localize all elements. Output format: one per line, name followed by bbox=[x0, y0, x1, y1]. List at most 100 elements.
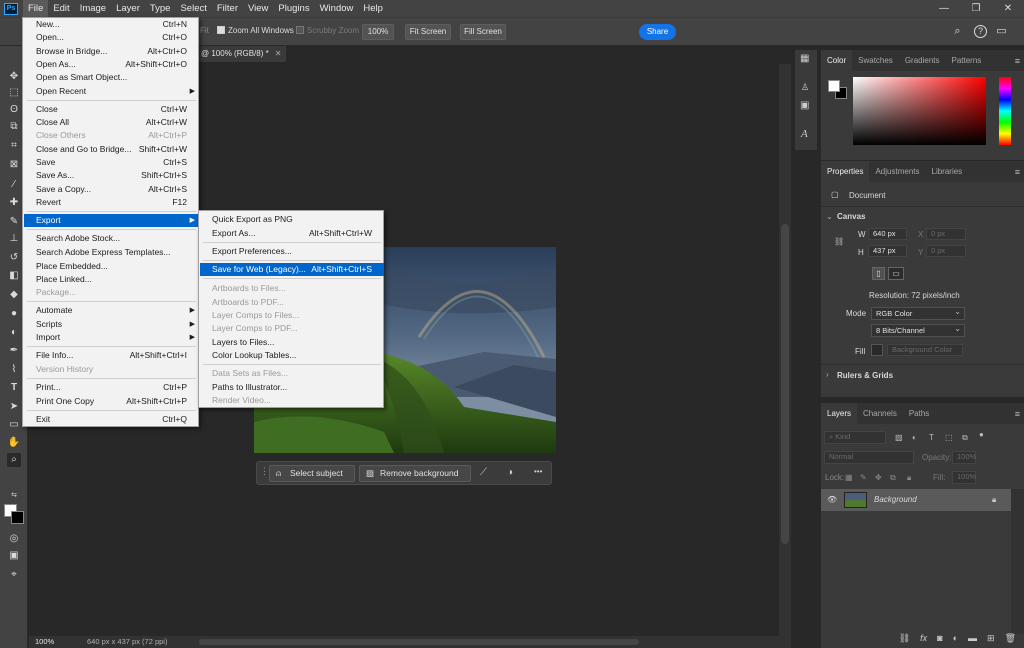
blend-mode-select[interactable]: Normal bbox=[824, 451, 914, 464]
layer-name[interactable]: Background bbox=[874, 495, 917, 504]
foreground-swatch[interactable] bbox=[828, 80, 840, 92]
menu-image[interactable]: Image bbox=[75, 0, 111, 17]
fill-screen-button[interactable]: Fill Screen bbox=[460, 24, 506, 40]
menu-view[interactable]: View bbox=[243, 0, 273, 17]
width-field[interactable]: 640 px bbox=[868, 228, 907, 240]
transform-icon[interactable]: ⟋ bbox=[480, 467, 487, 478]
menu-item-new[interactable]: New... Ctrl+N bbox=[24, 18, 199, 31]
menu-item-search-express[interactable]: Search Adobe Express Templates... bbox=[24, 246, 199, 259]
remove-background-button[interactable]: ▨ Remove background bbox=[359, 465, 471, 482]
lock-pixels-icon[interactable]: ✎ bbox=[860, 473, 867, 482]
comments-icon[interactable]: ▣ bbox=[800, 100, 809, 111]
menu-item-import[interactable]: Import ▶ bbox=[24, 331, 199, 344]
filter-pixel-icon[interactable]: ▨ bbox=[895, 433, 903, 442]
share-for-review-icon[interactable]: ⌖ bbox=[7, 568, 21, 582]
swap-colors-icon[interactable]: ⇆ bbox=[7, 489, 21, 503]
lock-artboard-icon[interactable]: ⧉ bbox=[890, 473, 896, 483]
fx-icon[interactable]: fx bbox=[920, 628, 927, 648]
menu-item-open[interactable]: Open... Ctrl+O bbox=[24, 31, 199, 44]
zoom-all-windows-checkbox[interactable]: Zoom All Windows bbox=[217, 26, 294, 35]
tab-channels[interactable]: Channels bbox=[857, 403, 903, 424]
portrait-orientation-icon[interactable]: ▯ bbox=[872, 267, 885, 280]
status-doc-info[interactable]: 640 px x 437 px (72 ppi) bbox=[87, 636, 167, 648]
menu-item-open-as[interactable]: Open As... Alt+Shift+Ctrl+O bbox=[24, 58, 199, 71]
clone-stamp-icon[interactable]: ⊥ bbox=[7, 232, 21, 246]
new-layer-icon[interactable]: ⊞ bbox=[987, 628, 995, 648]
path-select-icon[interactable]: ➤ bbox=[7, 400, 21, 414]
share-button[interactable]: Share bbox=[639, 24, 676, 40]
blur-tool-icon[interactable]: ● bbox=[7, 307, 21, 321]
visibility-eye-icon[interactable]: 👁︎ bbox=[827, 495, 837, 504]
tab-patterns[interactable]: Patterns bbox=[946, 50, 988, 71]
document-tab[interactable]: @ 100% (RGB/8) * ✕ bbox=[196, 46, 286, 62]
zoom-percent-button[interactable]: 100% bbox=[362, 24, 394, 40]
hand-tool-icon[interactable]: ✋ bbox=[7, 436, 21, 450]
status-zoom[interactable]: 100% bbox=[35, 636, 54, 648]
scrubby-zoom-checkbox[interactable]: Scrubby Zoom bbox=[296, 26, 359, 35]
link-layers-icon[interactable]: ⛓ bbox=[899, 628, 910, 648]
x-field[interactable]: 0 px bbox=[926, 228, 966, 240]
tab-properties[interactable]: Properties bbox=[821, 161, 870, 182]
frame-tool-icon[interactable]: ⊠ bbox=[7, 158, 21, 172]
menu-plugins[interactable]: Plugins bbox=[273, 0, 314, 17]
tab-swatches[interactable]: Swatches bbox=[852, 50, 899, 71]
search-icon[interactable]: ⌕ bbox=[951, 25, 964, 38]
filter-adjustment-icon[interactable]: ◐ bbox=[912, 433, 917, 442]
menu-select[interactable]: Select bbox=[175, 0, 211, 17]
menu-item-file-info[interactable]: File Info... Alt+Shift+Ctrl+I bbox=[24, 349, 199, 362]
menu-item-close-all[interactable]: Close All Alt+Ctrl+W bbox=[24, 116, 199, 129]
mode-select[interactable]: RGB Color bbox=[871, 306, 965, 320]
saturation-brightness-field[interactable] bbox=[853, 77, 986, 145]
vertical-scroll-thumb[interactable] bbox=[781, 224, 789, 544]
close-icon[interactable]: ✕ bbox=[992, 0, 1024, 17]
rulers-grids-section-title[interactable]: Rulers & Grids bbox=[837, 371, 893, 380]
object-select-tool-icon[interactable]: ⧉ bbox=[7, 120, 21, 134]
background-color-swatch[interactable] bbox=[11, 511, 24, 524]
close-tab-icon[interactable]: ✕ bbox=[275, 49, 282, 58]
menu-item-save-copy[interactable]: Save a Copy... Alt+Ctrl+S bbox=[24, 183, 199, 196]
fit-screen-button[interactable]: Fit Screen bbox=[405, 24, 451, 40]
chevron-down-icon[interactable]: ⌄ bbox=[826, 212, 833, 221]
filter-type-icon[interactable]: T bbox=[929, 433, 934, 442]
menu-item-search-stock[interactable]: Search Adobe Stock... bbox=[24, 232, 199, 245]
menu-item-paths-illustrator[interactable]: Paths to Illustrator... bbox=[200, 381, 384, 394]
restore-icon[interactable]: ❐ bbox=[960, 0, 992, 17]
menu-item-scripts[interactable]: Scripts ▶ bbox=[24, 318, 199, 331]
glyphs-icon[interactable]: A bbox=[801, 128, 808, 140]
menu-item-print[interactable]: Print... Ctrl+P bbox=[24, 381, 199, 394]
vertical-scrollbar[interactable] bbox=[779, 64, 791, 636]
adjustment-icon[interactable]: ◑ bbox=[507, 467, 513, 478]
quick-mask-icon[interactable]: ◎ bbox=[7, 532, 21, 546]
adjustment-layer-icon[interactable]: ◐ bbox=[953, 628, 958, 648]
horizontal-scroll-thumb[interactable] bbox=[199, 639, 639, 645]
menu-item-revert[interactable]: Revert F12 bbox=[24, 196, 199, 209]
tab-paths[interactable]: Paths bbox=[903, 403, 935, 424]
menu-item-quick-export-png[interactable]: Quick Export as PNG bbox=[200, 213, 384, 226]
drag-handle-icon[interactable]: ⋮ bbox=[260, 466, 269, 477]
filter-toggle-icon[interactable]: ● bbox=[979, 430, 984, 439]
history-brush-icon[interactable]: ↺ bbox=[7, 251, 21, 265]
panel-menu-icon[interactable]: ≡ bbox=[1015, 167, 1020, 177]
eraser-tool-icon[interactable]: ◧ bbox=[7, 269, 21, 283]
delete-layer-icon[interactable]: 🗑︎ bbox=[1005, 628, 1016, 648]
tab-adjustments[interactable]: Adjustments bbox=[869, 161, 925, 182]
dodge-tool-icon[interactable]: ◐ bbox=[7, 326, 21, 340]
marquee-tool-icon[interactable]: ⬚ bbox=[7, 86, 21, 100]
fill-color-swatch[interactable] bbox=[871, 344, 883, 356]
move-tool-icon[interactable]: ✥ bbox=[7, 70, 21, 84]
height-field[interactable]: 437 px bbox=[868, 245, 907, 257]
canvas-section-title[interactable]: Canvas bbox=[837, 212, 865, 221]
y-field[interactable]: 0 px bbox=[926, 245, 966, 257]
layer-fill-field[interactable]: 100% bbox=[952, 471, 976, 484]
menu-filter[interactable]: Filter bbox=[212, 0, 243, 17]
history-icon[interactable]: ▦ bbox=[800, 53, 809, 64]
tab-libraries[interactable]: Libraries bbox=[926, 161, 969, 182]
pen-freeform-icon[interactable]: ⌇ bbox=[7, 363, 21, 377]
panel-menu-icon[interactable]: ≡ bbox=[1015, 56, 1020, 66]
menu-item-automate[interactable]: Automate ▶ bbox=[24, 304, 199, 317]
help-icon[interactable]: ? bbox=[974, 25, 987, 38]
tab-layers[interactable]: Layers bbox=[821, 403, 858, 424]
minimize-icon[interactable]: — bbox=[928, 0, 960, 17]
filter-smart-object-icon[interactable]: ⧉ bbox=[962, 433, 968, 443]
menu-item-export[interactable]: Export ▶ bbox=[24, 214, 199, 227]
